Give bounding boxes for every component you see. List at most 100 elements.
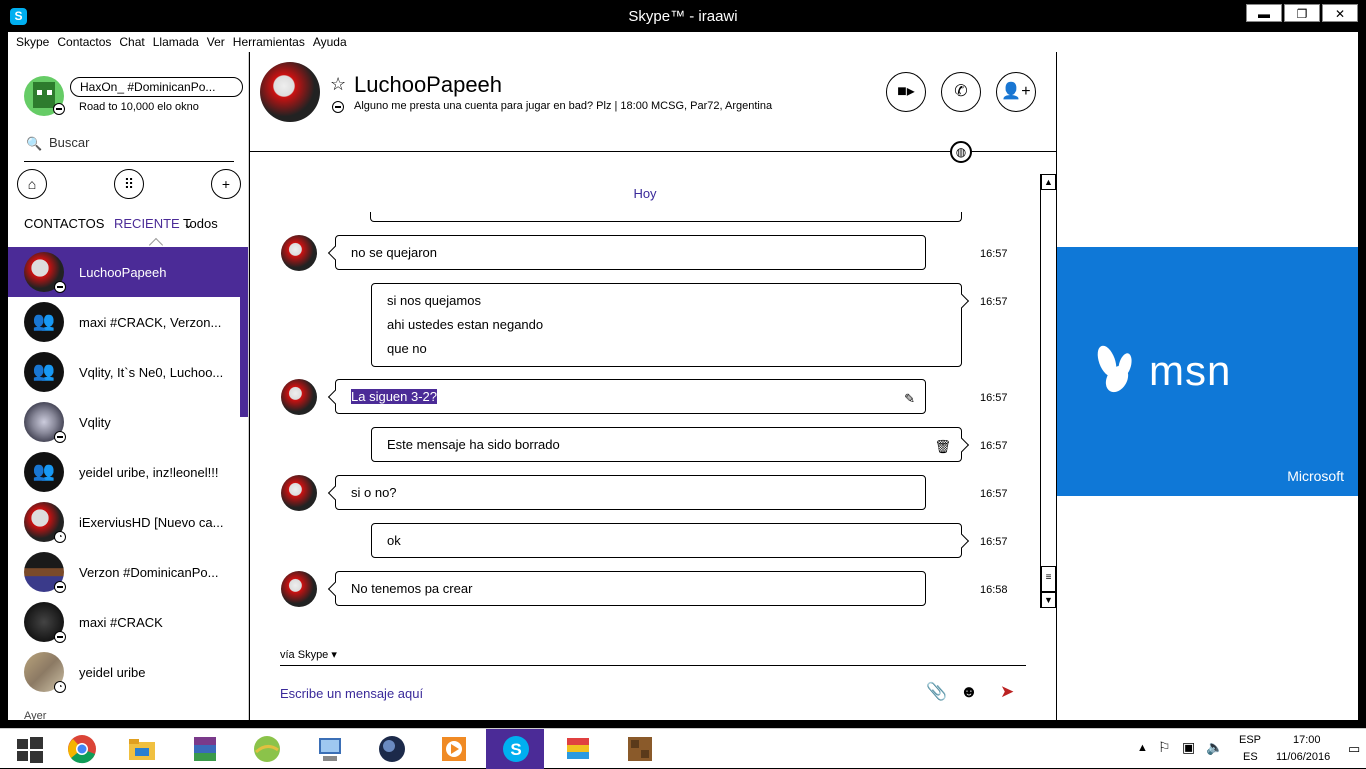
taskbar-bluestacks[interactable] xyxy=(548,729,606,769)
notification-icon[interactable]: ▭ xyxy=(1348,741,1360,757)
message-bubble[interactable]: La siguen 3-2? ✎ xyxy=(335,379,926,414)
scroll-up-button[interactable]: ▲ xyxy=(1041,174,1056,190)
list-item[interactable]: Vqlity xyxy=(8,397,240,447)
message-text: Este mensaje ha sido borrado xyxy=(387,437,560,452)
taskbar-minecraft[interactable] xyxy=(610,729,668,769)
contact-list-scrollbar[interactable] xyxy=(240,247,248,417)
message-time: 16:57 xyxy=(980,392,1008,404)
list-item[interactable]: LuchooPapeeh xyxy=(8,247,240,297)
list-item[interactable]: 👥 yeidel uribe, inz!leonel!!! xyxy=(8,447,240,497)
message-time: 16:57 xyxy=(980,488,1008,500)
message-text: no se quejaron xyxy=(351,245,438,260)
message-text: si o no? xyxy=(351,485,397,500)
message-bubble[interactable]: si nos quejamos ahi ustedes estan negand… xyxy=(371,283,962,367)
trash-icon[interactable]: 🗑 xyxy=(934,435,951,459)
sender-avatar[interactable] xyxy=(281,235,317,271)
search-icon: 🔍 xyxy=(26,136,43,151)
list-item[interactable]: ◔ yeidel uribe xyxy=(8,647,240,697)
list-item[interactable]: maxi #CRACK xyxy=(8,597,240,647)
group-avatar: 👥 xyxy=(24,352,64,392)
list-item[interactable]: 👥 Vqlity, It`s Ne0, Luchoo... xyxy=(8,347,240,397)
menu-skype[interactable]: Skype xyxy=(16,32,57,52)
contact-name: Vqlity xyxy=(79,415,111,430)
mood-message-field[interactable]: HaxOn_ #DominicanPo... xyxy=(70,77,243,97)
sender-avatar[interactable] xyxy=(281,475,317,511)
menu-llamada[interactable]: Llamada xyxy=(153,32,207,52)
sender-avatar[interactable] xyxy=(281,379,317,415)
volume-icon[interactable]: 🔈 xyxy=(1206,739,1223,756)
contact-avatar[interactable] xyxy=(260,62,320,122)
taskbar: S ▲ ⚐ ▣ 🔈 ESP ES 17:00 11/06/2016 ▭ xyxy=(0,728,1366,769)
status-away-icon xyxy=(54,281,66,293)
tab-contactos[interactable]: CONTACTOS xyxy=(24,216,104,231)
message-text: que no xyxy=(387,341,427,356)
add-participant-button[interactable]: 👤+ xyxy=(996,72,1036,112)
add-button[interactable]: + xyxy=(211,169,241,199)
status-away-icon xyxy=(54,631,66,643)
add-person-icon: 👤+ xyxy=(1001,83,1031,100)
list-item[interactable]: Verzon #DominicanPo... xyxy=(8,547,240,597)
globe-app-icon xyxy=(254,736,280,762)
message-bubble[interactable]: Este mensaje ha sido borrado 🗑 xyxy=(371,427,962,462)
maximize-button[interactable]: ❐ xyxy=(1284,4,1320,22)
menu-herramientas[interactable]: Herramientas xyxy=(233,32,313,52)
video-call-button[interactable]: ■▸ xyxy=(886,72,926,112)
taskbar-winrar[interactable] xyxy=(175,729,233,769)
my-status-icon[interactable] xyxy=(53,103,65,115)
clock-date[interactable]: 11/06/2016 xyxy=(1276,751,1330,763)
header-divider xyxy=(250,151,1056,152)
via-skype-dropdown[interactable]: vía Skype ▾ xyxy=(280,648,337,661)
menu-bar: Skype Contactos Chat Llamada Ver Herrami… xyxy=(8,32,1358,52)
search-box[interactable]: 🔍 Buscar xyxy=(24,134,234,162)
list-item[interactable]: ◔ iExerviusHD [Nuevo ca... xyxy=(8,497,240,547)
menu-chat[interactable]: Chat xyxy=(119,32,152,52)
favorite-star-icon[interactable]: ☆ xyxy=(330,74,346,95)
message-bubble[interactable]: ok xyxy=(371,523,962,558)
tab-reciente[interactable]: RECIENTE xyxy=(114,216,180,231)
sender-avatar[interactable] xyxy=(281,571,317,607)
minimize-button[interactable]: ▬ xyxy=(1246,4,1282,22)
menu-ayuda[interactable]: Ayuda xyxy=(313,32,355,52)
input-language-secondary[interactable]: ES xyxy=(1243,751,1258,763)
show-hidden-icons-button[interactable]: ▲ xyxy=(1137,742,1148,754)
message-input[interactable]: Escribe un mensaje aquí xyxy=(280,686,423,701)
list-item[interactable]: 👥 maxi #CRACK, Verzon... xyxy=(8,297,240,347)
status-clock-icon: ◔ xyxy=(54,681,66,693)
taskbar-computer[interactable] xyxy=(300,729,358,769)
input-language-primary[interactable]: ESP xyxy=(1239,734,1261,746)
message-time: 16:57 xyxy=(980,296,1008,308)
call-button[interactable]: ✆ xyxy=(941,72,981,112)
taskbar-skype[interactable]: S xyxy=(486,729,544,769)
network-icon[interactable]: ▣ xyxy=(1182,739,1195,756)
clock-time[interactable]: 17:00 xyxy=(1293,734,1321,746)
message-bubble[interactable]: si o no? xyxy=(335,475,926,510)
contact-name: LuchooPapeeh xyxy=(79,265,167,280)
menu-ver[interactable]: Ver xyxy=(207,32,233,52)
conversation-scrollbar[interactable]: ▲ ≡ ▼ xyxy=(1040,174,1056,608)
menu-contactos[interactable]: Contactos xyxy=(57,32,119,52)
taskbar-chrome[interactable] xyxy=(52,729,110,769)
search-input[interactable]: Buscar xyxy=(49,135,89,150)
scroll-thumb[interactable]: ≡ xyxy=(1041,566,1056,592)
contact-status-icon xyxy=(332,101,344,113)
home-button[interactable]: ⌂ xyxy=(17,169,47,199)
flag-icon[interactable]: ⚐ xyxy=(1158,739,1171,756)
taskbar-explorer[interactable] xyxy=(112,729,170,769)
attach-icon[interactable]: 📎 xyxy=(926,682,947,702)
taskbar-app-globe[interactable] xyxy=(237,729,295,769)
send-icon[interactable]: ➤ xyxy=(1000,682,1014,702)
sidebar: HaxOn_ #DominicanPo... Road to 10,000 el… xyxy=(8,52,249,720)
start-button[interactable] xyxy=(0,729,58,769)
taskbar-cinema4d[interactable] xyxy=(362,729,420,769)
message-bubble[interactable]: no se quejaron xyxy=(335,235,926,270)
dialpad-button[interactable]: ⠿ xyxy=(114,169,144,199)
msn-ad[interactable]: msn Microsoft xyxy=(1057,247,1358,496)
windows-logo-icon xyxy=(17,737,43,763)
message-bubble[interactable]: No tenemos pa crear xyxy=(335,571,926,606)
close-button[interactable]: ✕ xyxy=(1322,4,1358,22)
taskbar-media-player[interactable] xyxy=(424,729,482,769)
scroll-down-button[interactable]: ▼ xyxy=(1041,592,1056,608)
globe-icon[interactable]: ◍ xyxy=(950,141,972,163)
emoticon-icon[interactable]: ☻ xyxy=(960,682,978,702)
edit-icon[interactable]: ✎ xyxy=(904,387,915,411)
